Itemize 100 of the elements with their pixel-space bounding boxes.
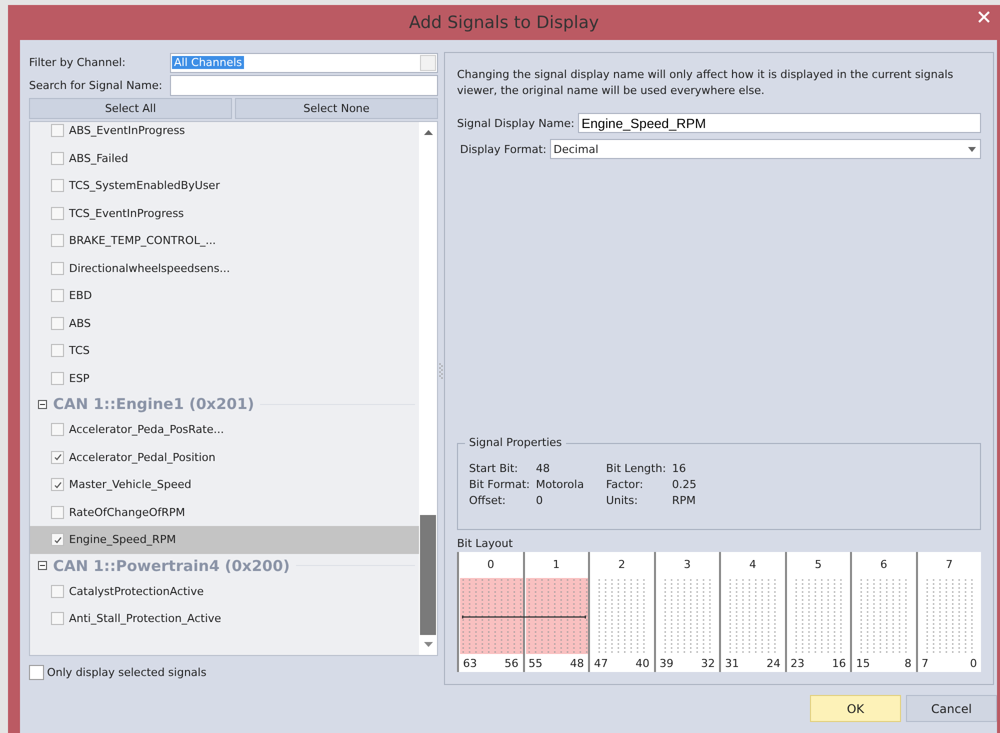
signal-item[interactable]: ABS — [30, 310, 419, 337]
bit-number: 40 — [636, 657, 650, 670]
dropdown-arrow-icon[interactable] — [968, 146, 976, 152]
signal-item[interactable]: ABS_Failed — [30, 144, 419, 172]
search-field[interactable] — [170, 75, 438, 96]
field-label: Display Format: — [460, 142, 547, 156]
bit-number: 48 — [570, 657, 584, 670]
signal-item[interactable]: RateOfChangeOfRPM — [30, 498, 419, 526]
checkmark-icon — [54, 453, 62, 462]
property-value: 0.25 — [672, 478, 697, 491]
checkbox-label: Only display selected signals — [47, 666, 206, 679]
select-button[interactable]: Select All — [29, 98, 232, 119]
field-label: Search for Signal Name: — [29, 79, 164, 92]
checkbox[interactable] — [51, 262, 64, 275]
signal-item[interactable]: Anti_Stall_Protection_Active — [30, 605, 419, 632]
checkmark-icon — [54, 480, 62, 489]
property-label: Start Bit: — [469, 462, 519, 475]
checkbox[interactable] — [51, 124, 64, 138]
signal-item[interactable]: TCS — [30, 337, 419, 364]
checkbox[interactable] — [51, 234, 64, 248]
ok-button[interactable]: OK — [810, 695, 901, 722]
checkbox[interactable] — [51, 533, 64, 546]
checkbox[interactable] — [51, 316, 64, 330]
format-dropdown[interactable]: Decimal — [550, 139, 981, 159]
byte-index: 2 — [617, 557, 626, 573]
collapse-icon[interactable] — [38, 561, 47, 570]
splitter-grip-icon[interactable] — [439, 363, 443, 379]
bit-number: 32 — [701, 657, 715, 670]
checkbox[interactable] — [51, 344, 64, 358]
signal-item[interactable]: CatalystProtectionActive — [30, 578, 419, 605]
property-label: Bit Format: — [469, 478, 530, 491]
signal-item[interactable]: ABS_EventInProgress — [30, 122, 419, 144]
bit-number: 63 — [463, 657, 477, 670]
select-button[interactable]: Select None — [235, 98, 438, 119]
property-value: RPM — [672, 494, 697, 507]
group-header: CAN 1::Engine1 (0x201) — [53, 395, 254, 413]
cancel-button[interactable]: Cancel — [906, 695, 997, 722]
group-title: Signal Properties — [465, 436, 566, 449]
signal-item[interactable]: Accelerator_Pedal_Position — [30, 444, 419, 471]
property-label: Bit Length: — [606, 462, 666, 475]
byte-index: 5 — [814, 557, 823, 573]
bit-number: 16 — [832, 657, 846, 670]
checkbox[interactable] — [51, 612, 64, 626]
checkbox[interactable] — [29, 665, 44, 680]
display-name-field[interactable]: Engine_Speed_RPM — [578, 113, 981, 133]
property-value: Motorola — [536, 478, 584, 491]
byte-index: 4 — [748, 557, 758, 573]
checkbox[interactable] — [51, 450, 64, 464]
checkbox[interactable] — [51, 289, 64, 302]
signal-item[interactable]: EBD — [30, 282, 419, 310]
byte-index: 6 — [879, 557, 888, 573]
bit-number: 31 — [725, 657, 739, 670]
signal-item[interactable]: ESP — [30, 364, 419, 392]
signal-item[interactable]: Master_Vehicle_Speed — [30, 471, 419, 498]
scroll-down-icon[interactable] — [424, 642, 432, 648]
bit-number: 56 — [504, 657, 518, 670]
signal-item[interactable]: Directionalwheelspeedsens... — [30, 254, 419, 282]
bit-number: 39 — [660, 657, 674, 670]
property-value: 0 — [536, 494, 544, 507]
bit-number: 15 — [856, 657, 870, 670]
property-label: Units: — [606, 494, 639, 507]
scrollbar[interactable] — [419, 122, 437, 655]
bit-number: 47 — [594, 657, 608, 670]
collapse-icon[interactable] — [38, 400, 47, 408]
group-header: CAN 1::Powertrain4 (0x200) — [53, 556, 290, 574]
bit-number: 55 — [528, 657, 542, 670]
checkbox[interactable] — [51, 372, 64, 385]
bit-number: 23 — [790, 657, 804, 670]
property-label: Factor: — [606, 478, 644, 491]
checkbox[interactable] — [51, 179, 64, 192]
property-value: 16 — [672, 462, 688, 475]
section-label: Bit Layout — [457, 537, 514, 550]
signal-item[interactable]: TCS_SystemEnabledByUser — [30, 172, 419, 200]
field-label: Signal Display Name: — [457, 116, 574, 130]
byte-index: 3 — [682, 557, 692, 573]
field-label: Filter by Channel: — [29, 56, 127, 69]
signal-item[interactable]: TCS_EventInProgress — [30, 200, 419, 227]
scroll-thumb[interactable] — [420, 515, 436, 635]
window-title: Add Signals to Display — [409, 12, 599, 32]
checkbox[interactable] — [51, 584, 64, 598]
checkbox[interactable] — [51, 506, 64, 519]
signal-item[interactable]: Engine_Speed_RPM — [30, 526, 419, 554]
checkbox[interactable] — [51, 423, 64, 436]
bit-number: 7 — [922, 657, 928, 670]
bit-number: 0 — [970, 657, 977, 670]
checkbox[interactable] — [51, 206, 64, 220]
bit-number: 8 — [904, 657, 912, 670]
property-value: 48 — [536, 462, 551, 475]
bit-number: 24 — [766, 657, 780, 670]
byte-index: 1 — [552, 557, 561, 573]
signal-item[interactable]: Accelerator_Peda_PosRate... — [30, 416, 419, 444]
signal-item[interactable]: BRAKE_TEMP_CONTROL_... — [30, 227, 419, 254]
byte-index: 7 — [944, 557, 954, 573]
checkbox[interactable] — [51, 152, 64, 165]
property-label: Offset: — [469, 494, 507, 507]
scroll-up-icon[interactable] — [424, 129, 432, 135]
byte-index: 0 — [486, 557, 496, 573]
checkmark-icon — [54, 536, 62, 544]
info-text: Changing the signal display name will only affect how it is displayed in the current signals viewer, the original name will be used everywhere else. — [457, 67, 954, 99]
checkbox[interactable] — [51, 478, 64, 492]
